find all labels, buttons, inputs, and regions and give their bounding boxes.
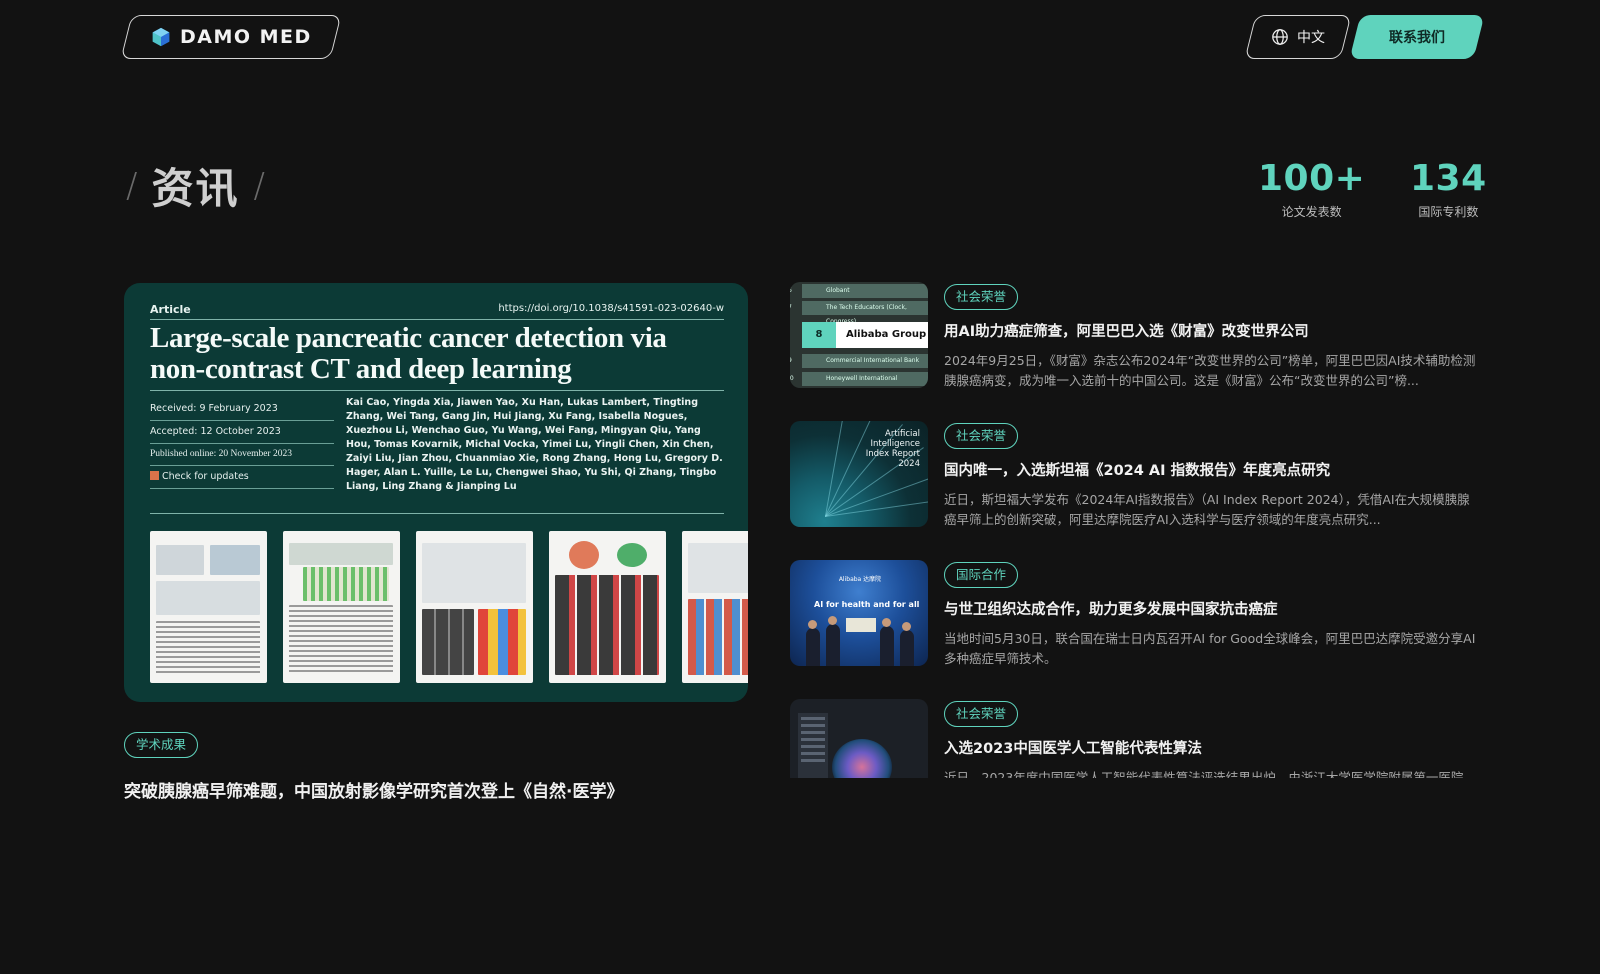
received-date: Received: 9 February 2023	[150, 398, 334, 421]
ai-index-label: Artificial Intelligence Index Report 202…	[865, 429, 920, 469]
divider	[150, 513, 724, 514]
news-item[interactable]: Alibaba 达摩院 AI for health and for all 国际…	[790, 560, 1480, 670]
ranking-number-highlight: 8	[802, 322, 836, 348]
contact-us-label: 联系我们	[1389, 30, 1445, 46]
article-label: Article	[150, 303, 191, 316]
news-thumbnail	[790, 699, 928, 778]
person-head	[808, 620, 817, 629]
paper-dates: Received: 9 February 2023 Accepted: 12 O…	[150, 398, 334, 489]
stat-value: 134	[1410, 158, 1487, 199]
news-category-tag[interactable]: 社会荣誉	[944, 423, 1019, 449]
globe-icon	[1272, 29, 1288, 45]
stat-value: 100+	[1258, 158, 1366, 199]
check-updates-icon	[150, 471, 159, 480]
featured-article-title[interactable]: 突破胰腺癌早筛难题，中国放射影像学研究首次登上《自然·医学》	[124, 777, 623, 802]
language-label: 中文	[1297, 30, 1325, 46]
person-head	[902, 622, 911, 631]
news-item[interactable]: 社会荣誉 入选2023中国医学人工智能代表性算法 近日，2023年度中国医学人工…	[790, 699, 1480, 778]
paper-page-thumbnail	[283, 531, 400, 683]
news-title[interactable]: 国内唯一，入选斯坦福《2024 AI 指数报告》年度亮点研究	[944, 459, 1330, 480]
news-category-tag[interactable]: 社会荣誉	[944, 284, 1019, 310]
featured-article-image[interactable]: Article https://doi.org/10.1038/s41591-0…	[124, 283, 748, 702]
ranking-company: Commercial International Bank	[826, 357, 920, 364]
accepted-date: Accepted: 12 October 2023	[150, 421, 334, 444]
event-banner: Alibaba 达摩院	[838, 576, 882, 583]
news-summary: 当地时间5月30日，联合国在瑞士日内瓦召开AI for Good全球峰会，阿里巴…	[944, 631, 1476, 666]
section-heading: / 资讯 /	[126, 155, 265, 216]
contact-us-button[interactable]: 联系我们	[1349, 15, 1485, 59]
featured-category-tag[interactable]: 学术成果	[124, 732, 199, 758]
ranking-company: Honeywell International	[826, 375, 898, 382]
paper-title: Large-scale pancreatic cancer detection …	[150, 322, 667, 385]
event-sign	[846, 618, 876, 632]
news-category-tag[interactable]: 社会荣誉	[944, 701, 1019, 727]
news-list: 6 Globant 7The Tech Educators (Clock, Con…	[790, 282, 1480, 778]
paper-page-thumbnail	[150, 531, 267, 683]
paper-authors: Kai Cao, Yingda Xia, Jiawen Yao, Xu Han,…	[346, 397, 723, 492]
ranking-company-highlight: Alibaba Group	[836, 322, 928, 348]
person-head	[828, 616, 837, 625]
news-title[interactable]: 用AI助力癌症筛查，阿里巴巴入选《财富》改变世界公司	[944, 320, 1309, 341]
news-title[interactable]: 与世卫组织达成合作，助力更多发展中国家抗击癌症	[944, 598, 1278, 619]
doi-link: https://doi.org/10.1038/s41591-023-02640…	[498, 303, 724, 314]
title-slash-right: /	[253, 165, 265, 206]
news-summary: 2024年9月25日，《财富》杂志公布2024年“改变世界的公司”榜单，阿里巴巴…	[944, 353, 1476, 388]
news-item[interactable]: 6 Globant 7The Tech Educators (Clock, Con…	[790, 282, 1480, 392]
ranking-row: 10 Honeywell International	[790, 372, 928, 386]
paper-page-thumbnail	[416, 531, 533, 683]
paper-page-thumbnails	[150, 531, 748, 683]
ranking-number: 10	[790, 375, 794, 382]
title-slash-left: /	[126, 165, 138, 206]
stat-papers: 100+ 论文发表数	[1258, 158, 1365, 220]
paper-page-thumbnail	[549, 531, 666, 683]
news-thumbnail: 6 Globant 7The Tech Educators (Clock, Con…	[790, 282, 928, 388]
divider	[150, 390, 724, 391]
ranking-row: 9 Commercial International Bank	[790, 354, 928, 368]
ranking-row: 6 Globant	[790, 284, 928, 298]
logo-text: DAMO MED	[180, 26, 312, 48]
person-figure	[806, 628, 820, 666]
news-thumbnail: Artificial Intelligence Index Report 202…	[790, 421, 928, 527]
news-title[interactable]: 入选2023中国医学人工智能代表性算法	[944, 737, 1202, 758]
divider	[150, 319, 724, 320]
person-figure	[880, 626, 894, 666]
ct-scan-visual	[832, 739, 892, 778]
ranking-number: 7	[790, 301, 792, 315]
software-panel	[798, 713, 828, 778]
ranking-row: 7The Tech Educators (Clock, Congress)	[790, 301, 928, 325]
person-figure	[900, 630, 914, 666]
person-figure	[826, 624, 840, 666]
paper-page-thumbnail	[682, 531, 748, 683]
section-title: 资讯	[151, 164, 240, 213]
damo-med-logo[interactable]: DAMO MED	[120, 15, 342, 59]
news-category-tag[interactable]: 国际合作	[944, 562, 1019, 588]
stat-label: 国际专利数	[1418, 205, 1479, 219]
news-summary: 近日，2023年度中国医学人工智能代表性算法评选结果出炉，由浙江大学医学院附属第…	[944, 770, 1476, 778]
news-summary: 近日，斯坦福大学发布《2024年AI指数报告》（AI Index Report …	[944, 492, 1470, 527]
paper-header: Article https://doi.org/10.1038/s41591-0…	[150, 303, 724, 316]
event-headline: AI for health and for all	[814, 600, 920, 609]
language-switch-button[interactable]: 中文	[1244, 15, 1352, 59]
logo-cube-icon	[152, 27, 170, 47]
stat-patents: 134 国际专利数	[1410, 158, 1487, 220]
person-head	[882, 618, 891, 627]
ranking-number: 9	[790, 354, 792, 368]
stat-label: 论文发表数	[1281, 205, 1342, 219]
check-updates-label: Check for updates	[162, 471, 249, 482]
decor-ray	[825, 499, 928, 517]
published-date: Published online: 20 November 2023	[150, 444, 334, 466]
news-thumbnail: Alibaba 达摩院 AI for health and for all	[790, 560, 928, 666]
ranking-company: Globant	[826, 287, 850, 294]
ranking-number: 6	[790, 284, 792, 298]
news-item[interactable]: Artificial Intelligence Index Report 202…	[790, 421, 1480, 531]
check-updates: Check for updates	[150, 466, 334, 489]
